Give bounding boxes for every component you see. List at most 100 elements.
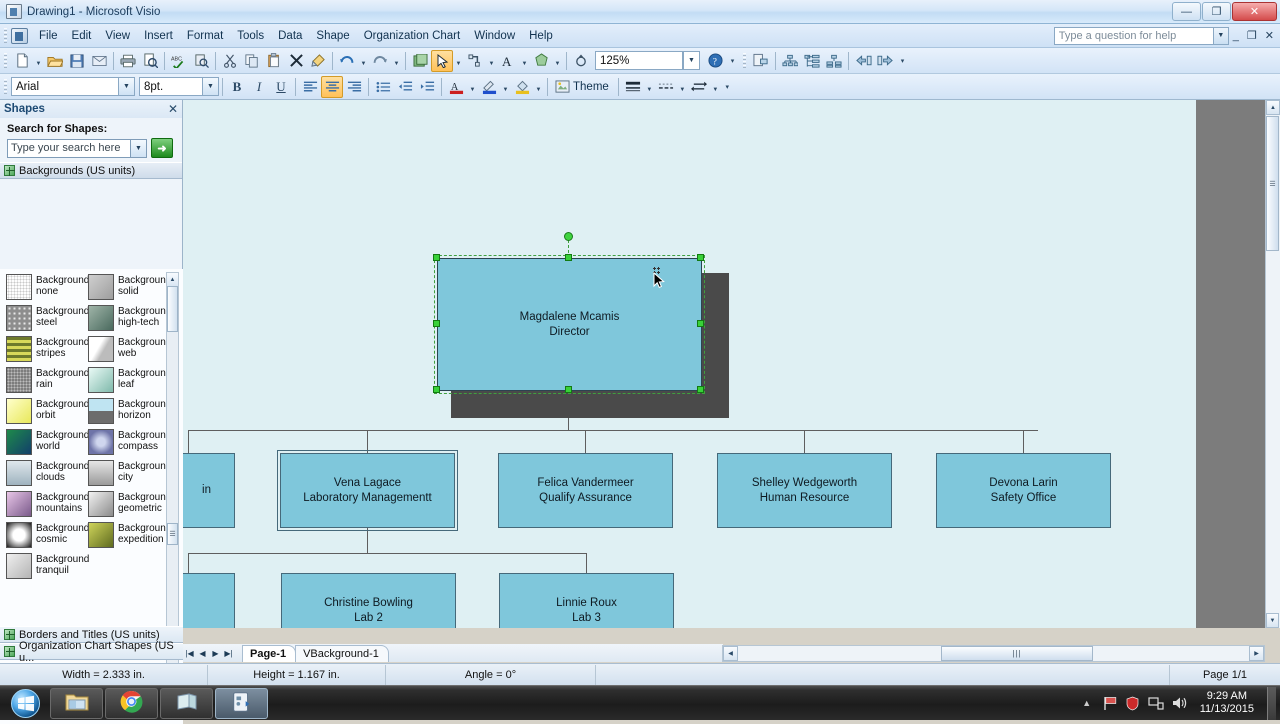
org-side-by-side-icon[interactable] <box>823 50 845 72</box>
line-pattern-dropdown-icon[interactable]: ▼ <box>677 76 688 98</box>
standard-toolbar-grip[interactable] <box>4 53 7 68</box>
menu-grip[interactable] <box>4 28 7 43</box>
print-preview-icon[interactable] <box>139 50 161 72</box>
close-button[interactable]: ✕ <box>1232 2 1277 21</box>
stencil-shape-horizon[interactable]: Background horizon <box>86 396 171 427</box>
stencil-shape-rain[interactable]: Background rain <box>4 365 89 396</box>
email-icon[interactable] <box>88 50 110 72</box>
org-node-christine-bowling[interactable]: Christine Bowling Lab 2 <box>281 573 456 628</box>
redo-icon[interactable] <box>369 50 391 72</box>
doc-restore-button[interactable]: ❐ <box>1243 29 1261 42</box>
doc-minimize-button[interactable]: _ <box>1229 30 1243 42</box>
font-size-dropdown-icon[interactable]: ▼ <box>202 78 218 95</box>
org-node-vena-lagace[interactable]: Vena Lagace Laboratory Managementt <box>277 450 458 531</box>
research-icon[interactable] <box>190 50 212 72</box>
resize-handle-bottom-center[interactable] <box>565 386 572 393</box>
print-icon[interactable] <box>117 50 139 72</box>
line-weight-icon[interactable] <box>622 76 644 98</box>
scroll-down-icon[interactable]: ▼ <box>1266 613 1279 628</box>
zoom-combo[interactable]: 125% <box>595 51 683 70</box>
network-icon[interactable] <box>1148 695 1164 711</box>
resize-handle-bottom-left[interactable] <box>433 386 440 393</box>
autoshape-dropdown-icon[interactable]: ▼ <box>552 50 563 72</box>
delete-icon[interactable] <box>285 50 307 72</box>
org-node-devona-larin[interactable]: Devona Larin Safety Office <box>936 453 1111 528</box>
org-toolbar-overflow[interactable]: ▾ <box>896 50 909 72</box>
connector-tool-icon[interactable] <box>464 50 486 72</box>
font-color-icon[interactable]: A <box>445 76 467 98</box>
previous-page-button[interactable]: ◀ <box>196 646 209 661</box>
horizontal-scrollbar[interactable]: ◀ ||| ▶ <box>722 645 1265 662</box>
bullets-icon[interactable] <box>372 76 394 98</box>
page-tab-vbackground-1[interactable]: VBackground-1 <box>295 644 389 662</box>
menu-item-format[interactable]: Format <box>180 27 230 45</box>
menu-item-tools[interactable]: Tools <box>230 27 271 45</box>
redo-dropdown-icon[interactable]: ▼ <box>391 50 402 72</box>
bold-button[interactable]: B <box>226 76 248 98</box>
stencil-shape-tranquil[interactable]: Background tranquil <box>4 551 89 582</box>
standard-toolbar-overflow[interactable]: ▾ <box>726 50 739 72</box>
undo-icon[interactable] <box>336 50 358 72</box>
page-tab-page-1[interactable]: Page-1 <box>242 644 297 662</box>
org-node-felica-vandermeer[interactable]: Felica Vandermeer Qualify Assurance <box>498 453 673 528</box>
first-page-button[interactable]: |◀ <box>183 646 196 661</box>
open-icon[interactable] <box>44 50 66 72</box>
stencil-scroll-thumb-secondary[interactable]: ☰ <box>167 523 178 545</box>
text-tool-icon[interactable]: A <box>497 50 519 72</box>
align-left-icon[interactable] <box>299 76 321 98</box>
stencil-scroll-up-icon[interactable]: ▲ <box>167 273 178 286</box>
menu-item-help[interactable]: Help <box>522 27 560 45</box>
menu-item-window[interactable]: Window <box>467 27 522 45</box>
stencil-shape-clouds[interactable]: Background clouds <box>4 458 89 489</box>
font-size-combo[interactable]: 8pt. ▼ <box>139 77 219 96</box>
org-move-right-icon[interactable] <box>874 50 896 72</box>
resize-handle-middle-left[interactable] <box>433 320 440 327</box>
last-page-button[interactable]: ▶| <box>222 646 235 661</box>
restore-button[interactable]: ❐ <box>1202 2 1231 21</box>
increase-indent-icon[interactable] <box>416 76 438 98</box>
drawing-canvas[interactable]: in Vena Lagace Laboratory Managementt Fe… <box>183 100 1280 628</box>
theme-label[interactable]: Theme <box>573 81 615 93</box>
stencil-shape-expedition[interactable]: Background expedition <box>86 520 171 551</box>
flag-icon[interactable] <box>1102 695 1118 711</box>
search-go-button[interactable]: ➜ <box>151 138 173 158</box>
stencil-shape-high-tech[interactable]: Background high-tech <box>86 303 171 334</box>
menu-item-data[interactable]: Data <box>271 27 309 45</box>
resize-handle-top-center[interactable] <box>565 254 572 261</box>
menu-item-shape[interactable]: Shape <box>309 27 356 45</box>
org-toolbar-grip[interactable] <box>743 53 746 68</box>
line-weight-dropdown-icon[interactable]: ▼ <box>644 76 655 98</box>
stencil-shape-none[interactable]: Background none <box>4 272 89 303</box>
stencil-shape-mountains[interactable]: Background mountains <box>4 489 89 520</box>
rotate-icon[interactable] <box>570 50 592 72</box>
line-ends-dropdown-icon[interactable]: ▼ <box>710 76 721 98</box>
taskbar-clock[interactable]: 9:29 AM 11/13/2015 <box>1194 690 1260 716</box>
stencil-shape-world[interactable]: Background world <box>4 427 89 458</box>
org-node-shelley-wedgeworth[interactable]: Shelley Wedgeworth Human Resource <box>717 453 892 528</box>
search-shapes-input[interactable]: Type your search here <box>7 138 131 158</box>
fill-color-icon[interactable] <box>511 76 533 98</box>
taskbar-visio-button[interactable] <box>215 687 268 719</box>
align-center-icon[interactable] <box>321 75 343 98</box>
ask-a-question-input[interactable]: Type a question for help <box>1053 26 1214 45</box>
org-node-linnie-roux[interactable]: Linnie Roux Lab 3 <box>499 573 674 628</box>
decrease-indent-icon[interactable] <box>394 76 416 98</box>
show-hidden-icons-button[interactable]: ▲ <box>1079 695 1095 711</box>
org-vertical-layout-icon[interactable] <box>801 50 823 72</box>
spelling-icon[interactable]: ABC <box>168 50 190 72</box>
menu-item-insert[interactable]: Insert <box>137 27 180 45</box>
line-color-icon[interactable] <box>478 76 500 98</box>
org-node[interactable]: in <box>183 453 235 528</box>
line-color-dropdown-icon[interactable]: ▼ <box>500 76 511 98</box>
connector-tool-dropdown-icon[interactable]: ▼ <box>486 50 497 72</box>
org-insert-icon[interactable] <box>750 50 772 72</box>
org-node[interactable] <box>183 573 235 628</box>
font-color-dropdown-icon[interactable]: ▼ <box>467 76 478 98</box>
volume-icon[interactable] <box>1171 695 1187 711</box>
undo-dropdown-icon[interactable]: ▼ <box>358 50 369 72</box>
org-move-left-icon[interactable] <box>852 50 874 72</box>
menu-item-edit[interactable]: Edit <box>65 27 99 45</box>
fill-color-dropdown-icon[interactable]: ▼ <box>533 76 544 98</box>
rotation-handle[interactable] <box>564 232 573 241</box>
stencil-organization-chart-shapes[interactable]: Organization Chart Shapes (US u... <box>0 640 183 664</box>
